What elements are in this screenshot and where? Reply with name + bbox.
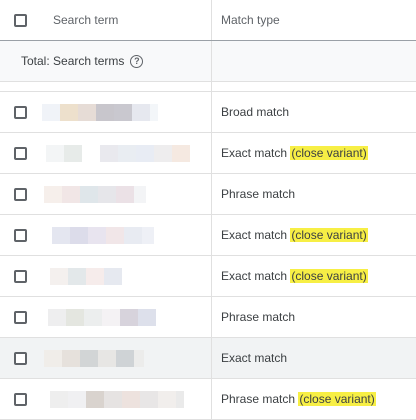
- match-type-label: Exact match: [221, 269, 288, 283]
- row-checkbox[interactable]: [13, 351, 27, 365]
- match-type-label: Phrase match: [221, 310, 296, 324]
- match-type-label: Exact match: [221, 228, 288, 242]
- table-row[interactable]: Phrase match (close variant): [0, 379, 416, 420]
- row-checkbox-cell: [0, 92, 40, 132]
- search-term-cell: [40, 297, 211, 337]
- match-type-cell: Exact match (close variant): [211, 133, 416, 173]
- match-type-label: Phrase match: [221, 392, 296, 406]
- row-checkbox[interactable]: [13, 187, 27, 201]
- search-term-cell: [40, 92, 211, 132]
- match-type-label: Broad match: [221, 105, 290, 119]
- row-checkbox[interactable]: [13, 228, 27, 242]
- redacted-search-term: [48, 308, 156, 326]
- match-type-label: Phrase match: [221, 187, 296, 201]
- close-variant-label: (close variant): [290, 146, 368, 160]
- search-terms-table: Search term Match type Total: Search ter…: [0, 0, 416, 420]
- search-term-cell: [40, 215, 211, 255]
- redacted-search-term: [44, 185, 146, 203]
- row-checkbox-cell: [0, 215, 40, 255]
- redacted-search-term: [42, 103, 158, 121]
- table-row[interactable]: Phrase match: [0, 174, 416, 215]
- search-term-cell: [40, 174, 211, 214]
- close-variant-label: (close variant): [290, 228, 368, 242]
- row-checkbox[interactable]: [13, 310, 27, 324]
- row-checkbox[interactable]: [13, 146, 27, 160]
- match-type-label: Exact match: [221, 146, 288, 160]
- column-header-search-term[interactable]: Search term: [40, 0, 211, 40]
- total-label: Total: Search terms: [21, 54, 125, 68]
- row-checkbox-cell: [0, 174, 40, 214]
- search-term-cell: [40, 338, 211, 378]
- table-row[interactable]: Broad match: [0, 92, 416, 133]
- spacer-match-cell: [211, 82, 416, 91]
- total-row: Total: Search terms ?: [0, 41, 416, 82]
- table-row[interactable]: Exact match: [0, 338, 416, 379]
- redacted-search-term: [52, 226, 154, 244]
- table-row[interactable]: Exact match (close variant): [0, 133, 416, 174]
- search-term-cell: [40, 256, 211, 296]
- row-checkbox[interactable]: [13, 269, 27, 283]
- spacer-row: [0, 82, 416, 92]
- select-all-cell: [0, 0, 40, 40]
- match-type-cell: Phrase match: [211, 174, 416, 214]
- match-type-cell: Exact match (close variant): [211, 215, 416, 255]
- match-type-cell: Exact match (close variant): [211, 256, 416, 296]
- redacted-search-term: [50, 390, 184, 408]
- match-type-label: Exact match: [221, 351, 288, 365]
- table-row[interactable]: Exact match (close variant): [0, 215, 416, 256]
- redacted-search-term: [44, 349, 144, 367]
- table-header: Search term Match type: [0, 0, 416, 41]
- row-checkbox-cell: [0, 379, 40, 419]
- match-type-cell: Phrase match: [211, 297, 416, 337]
- help-icon[interactable]: ?: [130, 54, 144, 68]
- match-type-cell: Exact match: [211, 338, 416, 378]
- table-row[interactable]: Exact match (close variant): [0, 256, 416, 297]
- row-checkbox-cell: [0, 297, 40, 337]
- match-type-cell: Broad match: [211, 92, 416, 132]
- total-match-cell: [211, 41, 416, 81]
- table-row[interactable]: Phrase match: [0, 297, 416, 338]
- search-term-cell: [40, 133, 211, 173]
- row-checkbox-cell: [0, 338, 40, 378]
- column-header-match-type[interactable]: Match type: [211, 0, 416, 40]
- row-checkbox-cell: [0, 256, 40, 296]
- close-variant-label: (close variant): [290, 269, 368, 283]
- select-all-checkbox[interactable]: [13, 13, 27, 27]
- search-term-cell: [40, 379, 211, 419]
- match-type-cell: Phrase match (close variant): [211, 379, 416, 419]
- row-checkbox[interactable]: [13, 392, 27, 406]
- row-checkbox[interactable]: [13, 105, 27, 119]
- redacted-search-term: [46, 144, 190, 162]
- redacted-search-term: [50, 267, 122, 285]
- total-label-cell: Total: Search terms ?: [0, 41, 211, 81]
- close-variant-label: (close variant): [298, 392, 376, 406]
- row-checkbox-cell: [0, 133, 40, 173]
